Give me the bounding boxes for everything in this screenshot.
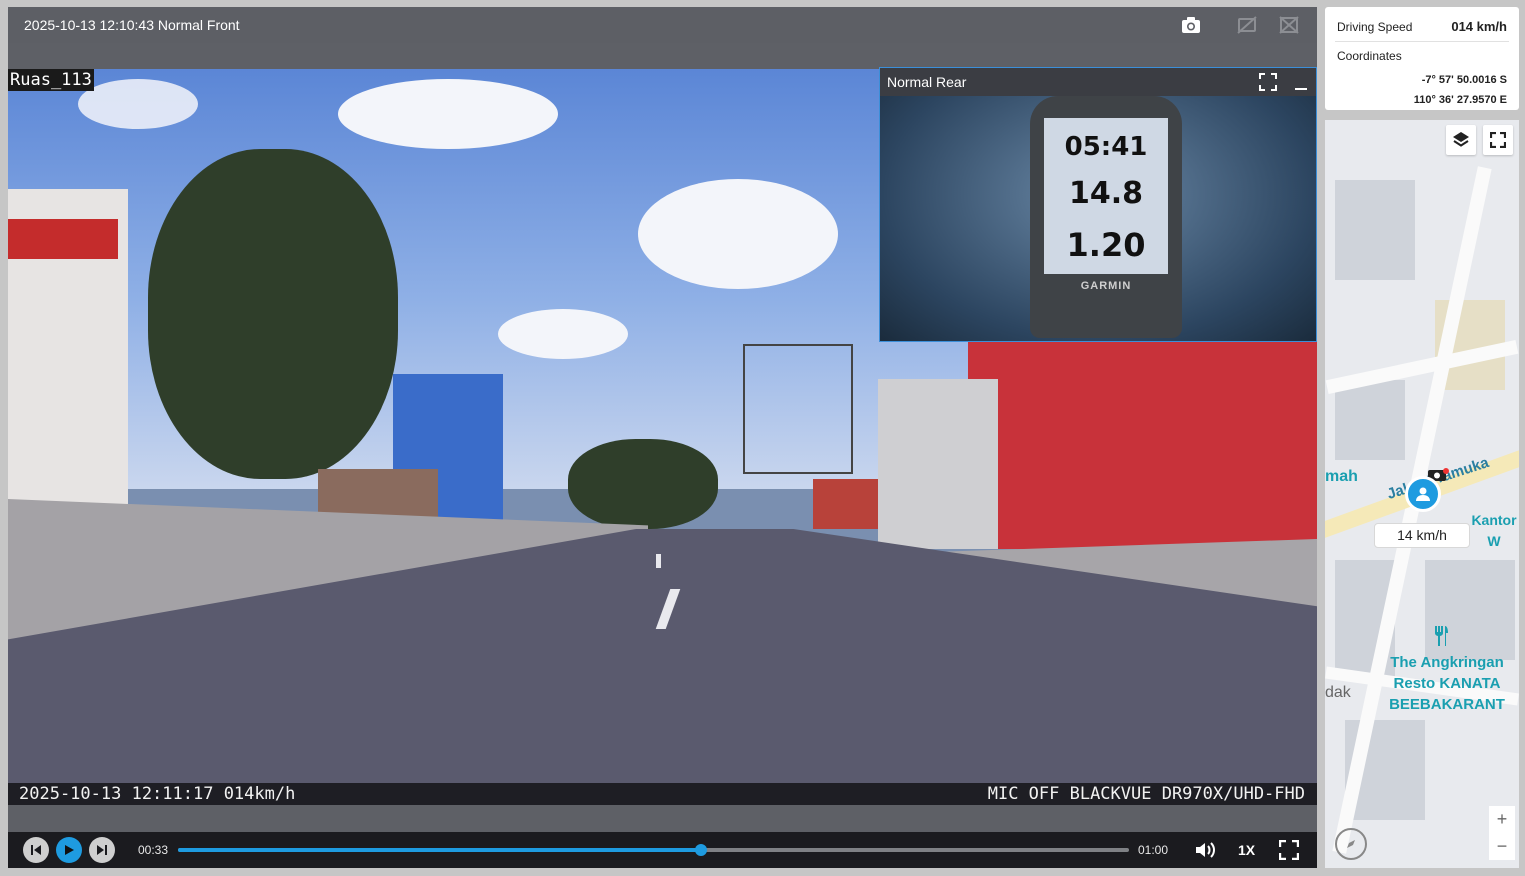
compass-icon[interactable] <box>1335 828 1367 860</box>
map-label-street-left: mah <box>1325 468 1358 485</box>
map-block <box>1335 180 1415 280</box>
recording-title: 2025-10-13 12:10:43 Normal Front <box>24 17 240 33</box>
total-time: 01:00 <box>1138 843 1169 857</box>
gps-brand: GARMIN <box>1080 280 1132 292</box>
video-player: 2025-10-13 12:10:43 Normal Front Ruas_11… <box>8 7 1317 868</box>
store-sign <box>8 219 118 259</box>
vehicle-position-marker[interactable] <box>1405 476 1441 512</box>
volume-icon[interactable] <box>1194 840 1216 865</box>
map-view[interactable]: mah Jalan Pramuka Kantor W dak The Angkr… <box>1325 120 1519 868</box>
camera-icon[interactable] <box>1178 13 1204 37</box>
gps-distance: 1.20 <box>1066 226 1146 264</box>
progress-fill <box>178 848 702 852</box>
cloud <box>78 79 198 129</box>
divider <box>1335 41 1509 42</box>
hide-view-icon[interactable] <box>1276 13 1302 37</box>
osd-location: Ruas_113 <box>8 69 94 91</box>
swap-view-icon[interactable] <box>1234 13 1260 37</box>
billboard-frame <box>743 344 853 474</box>
gps-time: 05:41 <box>1064 132 1148 162</box>
trees <box>148 149 398 479</box>
trees <box>568 439 718 529</box>
pip-title: Normal Rear <box>887 74 967 90</box>
expand-icon[interactable] <box>1259 73 1277 96</box>
play-button[interactable] <box>56 837 82 863</box>
zoom-control: + − <box>1489 806 1515 860</box>
dashcam-viewer: 2025-10-13 12:10:43 Normal Front Ruas_11… <box>0 0 1525 876</box>
cloud <box>338 79 558 149</box>
map-fullscreen-icon[interactable] <box>1483 125 1513 155</box>
next-button[interactable] <box>89 837 115 863</box>
latitude-value: -7° 57' 50.0016 S <box>1421 74 1507 86</box>
map-block <box>1335 380 1405 460</box>
speed-label: Driving Speed <box>1337 20 1413 34</box>
map-label-poi: The Angkringan Resto KANATA BEEBAKARANT <box>1389 654 1505 713</box>
minimize-icon[interactable] <box>1294 73 1308 96</box>
osd-device-info: MIC OFF BLACKVUE DR970X/UHD-FHD <box>987 784 1305 804</box>
rear-camera-pip[interactable]: Normal Rear 05:41 14.8 1.20 GARMIN <box>879 67 1317 342</box>
trip-info-panel: Driving Speed 014 km/h Coordinates -7° 5… <box>1325 7 1519 110</box>
speed-value: 014 km/h <box>1451 19 1507 34</box>
map-speed-tag: 14 km/h <box>1374 523 1470 548</box>
longitude-value: 110° 36' 27.9570 E <box>1413 94 1507 106</box>
player-header: 2025-10-13 12:10:43 Normal Front <box>8 7 1317 43</box>
map-label-kantor: Kantor W <box>1471 512 1517 549</box>
cloud <box>638 179 838 289</box>
red-building <box>968 339 1317 549</box>
osd-timestamp-speed: 2025-10-13 12:11:17 014km/h <box>19 784 296 804</box>
cloud <box>498 309 628 359</box>
progress-slider[interactable] <box>178 844 1129 856</box>
layers-icon[interactable] <box>1446 125 1476 155</box>
white-building <box>878 379 998 549</box>
playback-speed-button[interactable]: 1X <box>1238 842 1255 858</box>
fullscreen-icon[interactable] <box>1278 839 1300 865</box>
previous-button[interactable] <box>23 837 49 863</box>
map-label-left: dak <box>1325 684 1351 701</box>
restaurant-icon <box>1433 625 1449 652</box>
playback-controls: 00:33 01:00 1X <box>8 832 1317 868</box>
rear-camera-video: 05:41 14.8 1.20 GARMIN <box>880 96 1316 341</box>
osd-bar: 2025-10-13 12:11:17 014km/h MIC OFF BLAC… <box>8 783 1317 805</box>
gps-screen: 05:41 14.8 1.20 <box>1044 118 1168 274</box>
gps-device: 05:41 14.8 1.20 GARMIN <box>1030 96 1182 338</box>
current-time: 00:33 <box>138 843 169 857</box>
pip-header: Normal Rear <box>880 68 1316 96</box>
zoom-in-button[interactable]: + <box>1489 806 1515 833</box>
coordinates-label: Coordinates <box>1337 49 1402 63</box>
zoom-out-button[interactable]: − <box>1489 833 1515 860</box>
gps-speed: 14.8 <box>1068 176 1144 211</box>
progress-knob[interactable] <box>695 844 708 856</box>
lane-marking <box>656 554 661 568</box>
